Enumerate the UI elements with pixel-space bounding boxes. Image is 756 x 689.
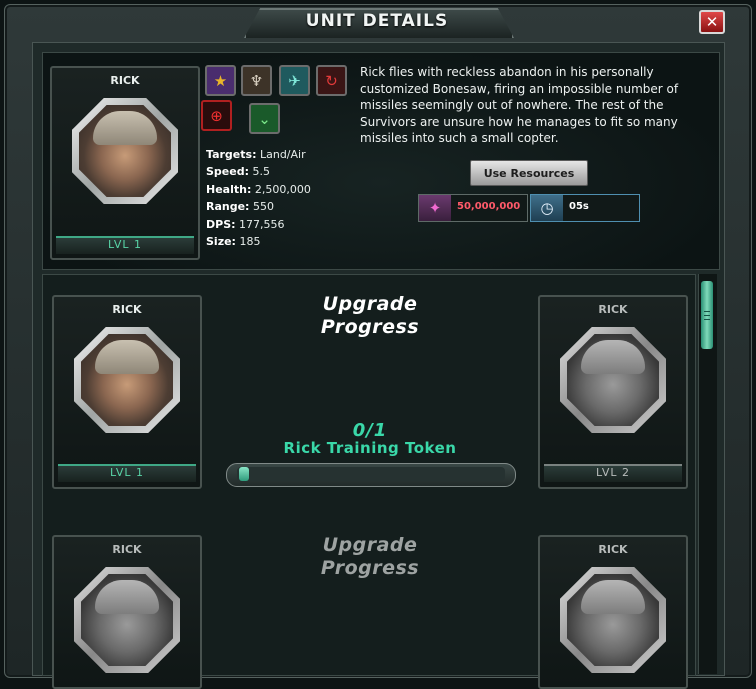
current-card-portrait — [81, 334, 173, 426]
resource-cost: ✦ 50,000,000 — [418, 194, 528, 222]
locked-upgrade-title: Upgrade Progress — [320, 534, 420, 579]
upgrade-progress-bar — [226, 463, 516, 487]
locked-right-portrait — [567, 574, 659, 666]
unit-level: LVL 1 — [56, 236, 194, 254]
window-title: UNIT DETAILS — [305, 11, 449, 31]
next-card-portrait-frame — [560, 327, 666, 433]
upgrade-progress-title: Upgrade Progress — [320, 293, 420, 338]
locked-left-portrait-frame — [74, 567, 180, 673]
aircraft-icon[interactable]: ✈ — [279, 65, 310, 96]
time-cost: ◷ 05s — [530, 194, 640, 222]
close-button[interactable]: ✕ — [699, 10, 725, 34]
training-token-label: Rick Training Token — [283, 439, 457, 457]
scroll-grip-line — [704, 311, 710, 312]
locked-card-left: RICK — [52, 535, 202, 689]
unit-card: RICK LVL 1 — [50, 66, 200, 260]
stat-size: Size: 185 — [206, 235, 261, 249]
crystal-icon: ✦ — [419, 195, 451, 221]
upgrade-progress-count: 0/1 — [352, 420, 388, 441]
unit-name: RICK — [110, 74, 140, 87]
star-badge-icon[interactable]: ★ — [205, 65, 236, 96]
locked-right-name: RICK — [598, 543, 628, 556]
current-card-portrait-frame — [74, 327, 180, 433]
scroll-grip-line — [704, 319, 710, 320]
stat-range: Range: 550 — [206, 200, 274, 214]
progress-fill — [239, 467, 249, 481]
progress-track — [237, 467, 505, 481]
locked-right-portrait-frame — [560, 567, 666, 673]
close-icon: ✕ — [705, 12, 719, 31]
stat-dps: DPS: 177,556 — [206, 217, 285, 231]
next-level-card: RICK LVL 2 — [538, 295, 688, 489]
scroll-grip-line — [704, 315, 710, 316]
locked-left-portrait — [81, 574, 173, 666]
time-cost-value: 05s — [569, 201, 589, 212]
unit-portrait-frame — [72, 98, 178, 204]
cycle-icon[interactable]: ↻ — [316, 65, 347, 96]
unit-description: Rick flies with reckless abandon in his … — [360, 65, 679, 146]
crosshair-icon[interactable]: ⊕ — [201, 100, 232, 131]
unit-portrait — [79, 105, 171, 197]
resource-cost-value: 50,000,000 — [457, 201, 521, 212]
use-resources-button[interactable]: Use Resources — [470, 160, 588, 186]
locked-left-name: RICK — [112, 543, 142, 556]
clock-icon: ◷ — [531, 195, 563, 221]
locked-card-right: RICK — [538, 535, 688, 689]
winged-emblem-icon[interactable]: ♆ — [241, 65, 272, 96]
next-card-level: LVL 2 — [544, 464, 682, 482]
chevron-rank-icon[interactable]: ⌄ — [249, 103, 280, 134]
next-card-name: RICK — [598, 303, 628, 316]
stat-targets: Targets: Land/Air — [206, 148, 306, 161]
current-card-name: RICK — [112, 303, 142, 316]
stat-health: Health: 2,500,000 — [206, 182, 311, 196]
stat-speed: Speed: 5.5 — [206, 165, 270, 179]
next-card-portrait — [567, 334, 659, 426]
current-level-card: RICK LVL 1 — [52, 295, 202, 489]
unit-stats: Targets: Land/Air Speed: 5.5 Health: 2,5… — [206, 146, 311, 250]
current-card-level: LVL 1 — [58, 464, 196, 482]
